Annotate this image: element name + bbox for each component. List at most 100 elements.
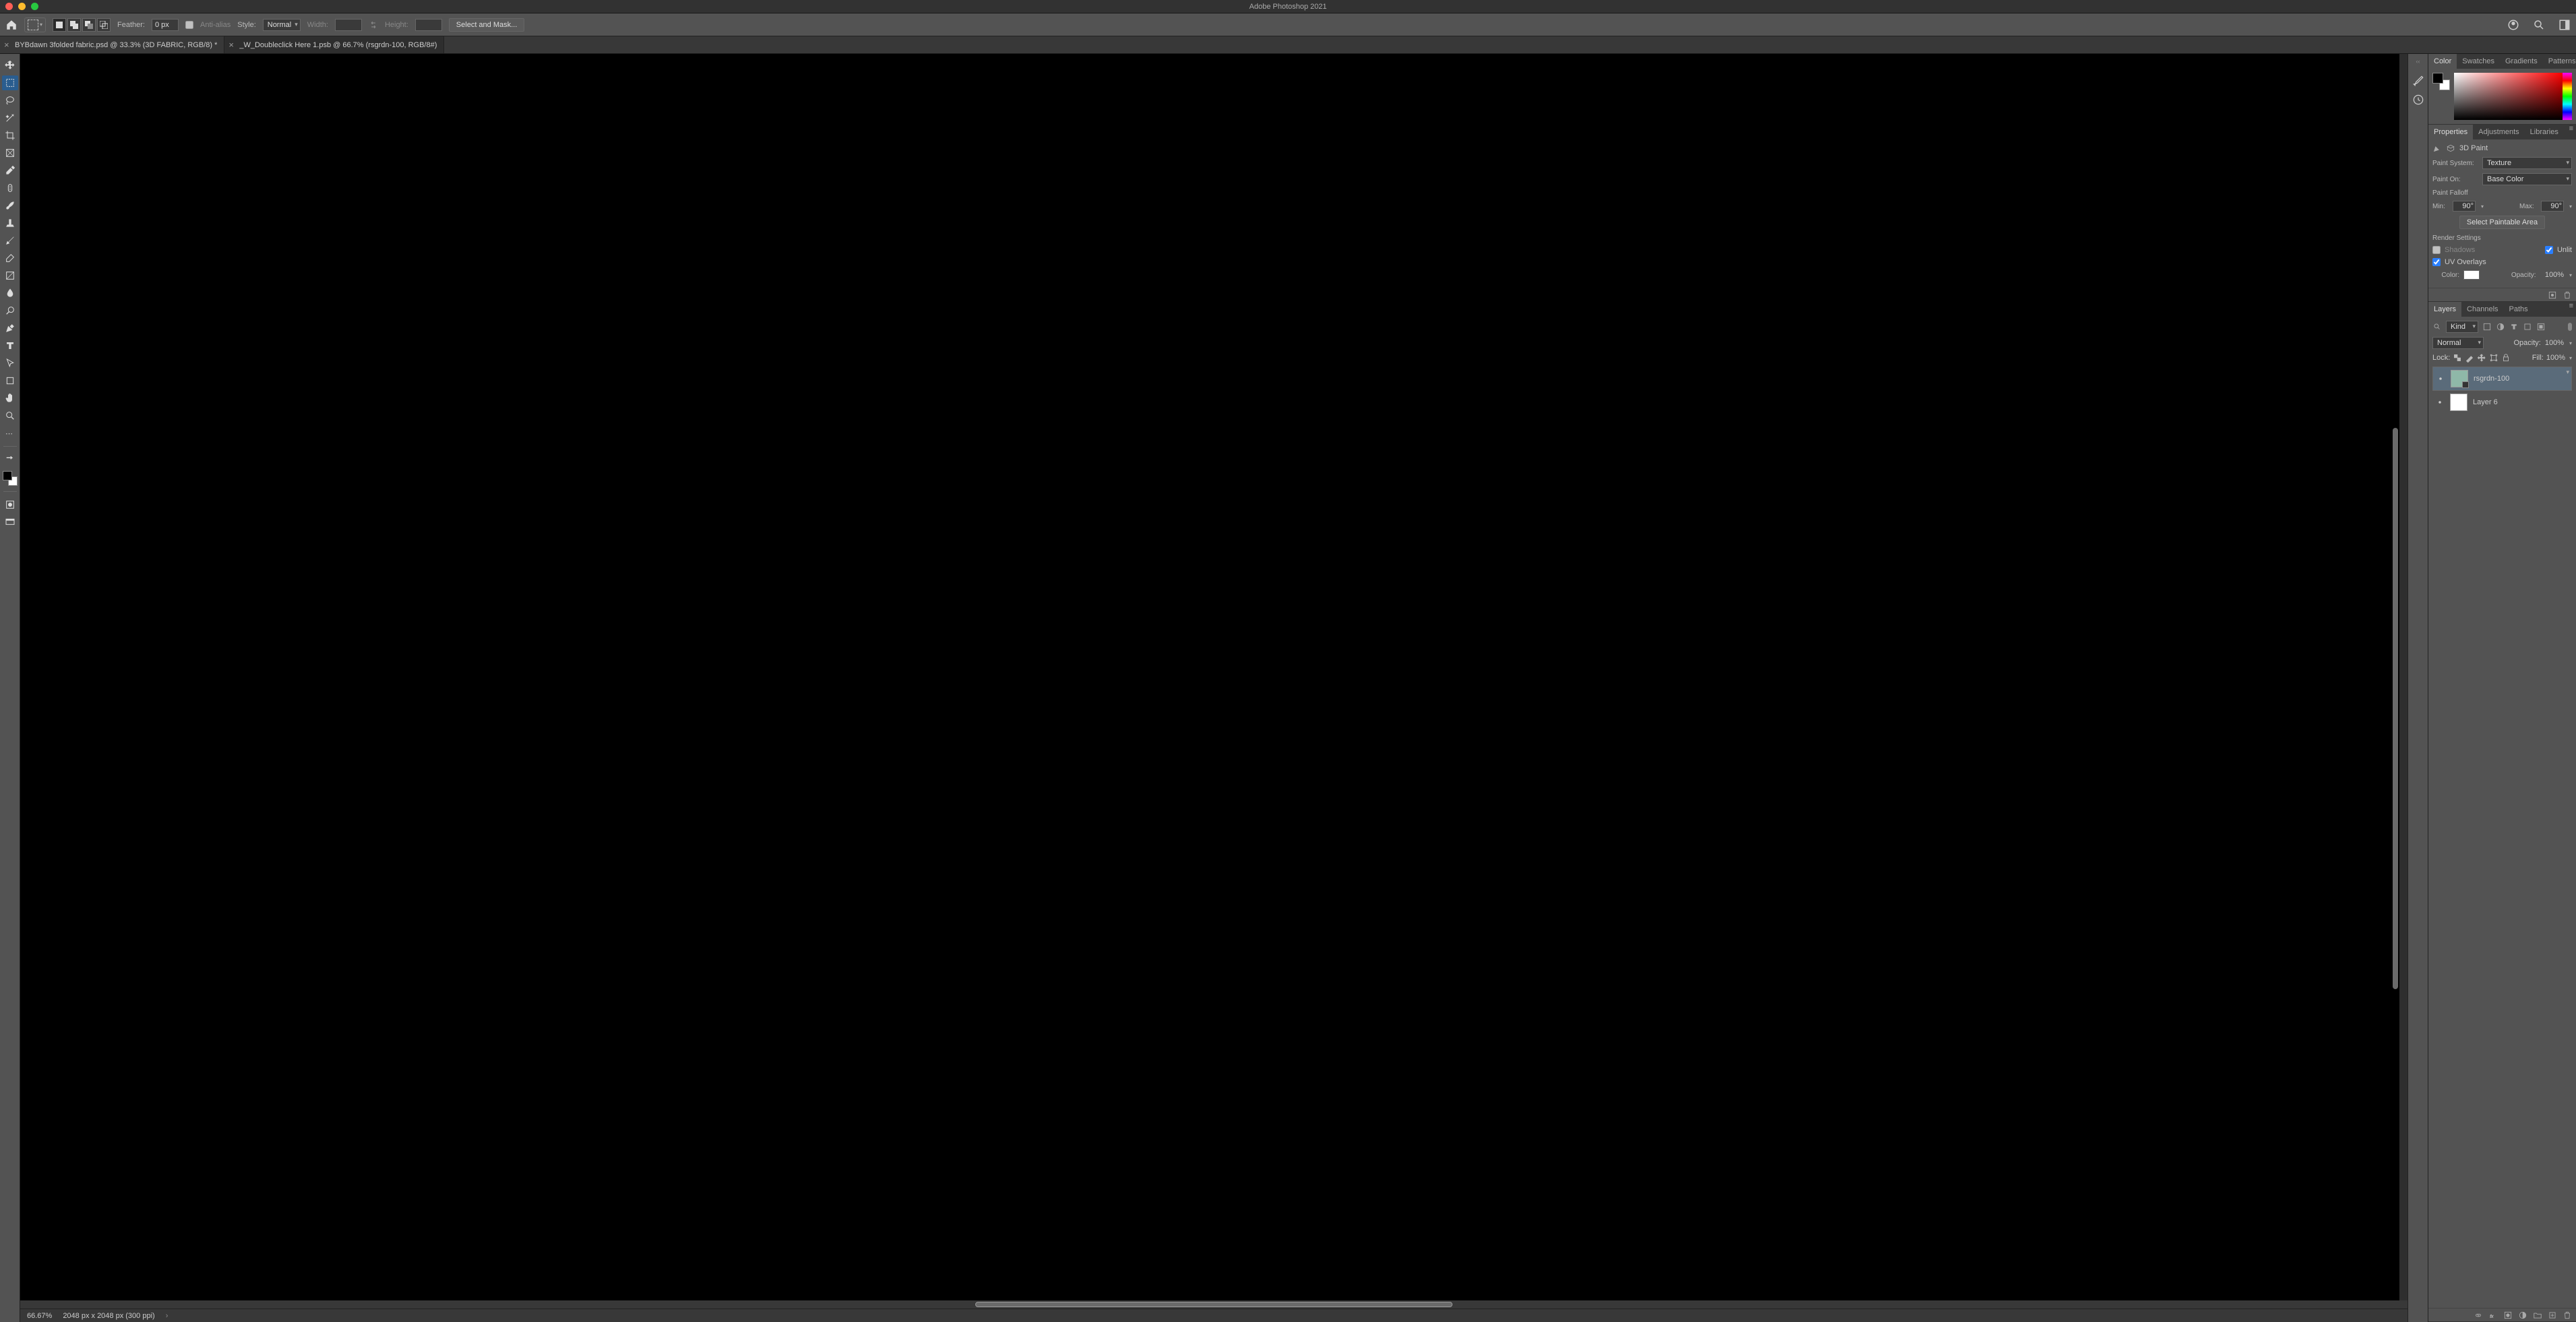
history-panel-icon[interactable]	[2412, 93, 2425, 106]
delete-icon[interactable]	[2563, 290, 2572, 300]
link-layers-icon[interactable]	[2474, 1311, 2483, 1320]
layer-row[interactable]: Layer 6	[2432, 391, 2572, 414]
panel-menu-icon[interactable]: ≡	[2567, 302, 2576, 317]
dodge-tool[interactable]	[2, 303, 18, 318]
search-icon[interactable]	[2533, 19, 2545, 31]
cloud-docs-icon[interactable]	[2507, 19, 2519, 31]
edit-toolbar-button[interactable]: ⋯	[2, 426, 18, 441]
new-group-icon[interactable]	[2533, 1311, 2542, 1320]
chevron-down-icon[interactable]: ▾	[2481, 203, 2484, 210]
healing-brush-tool[interactable]	[2, 181, 18, 195]
chevron-down-icon[interactable]: ▾	[2569, 272, 2572, 278]
paths-tab[interactable]: Paths	[2504, 302, 2534, 317]
chevron-down-icon[interactable]: ▾	[2569, 340, 2572, 346]
new-layer-icon[interactable]	[2548, 1311, 2557, 1320]
document-canvas[interactable]	[20, 54, 2399, 1300]
falloff-max-input[interactable]	[2541, 201, 2564, 212]
visibility-toggle[interactable]	[2436, 374, 2445, 383]
lasso-tool[interactable]	[2, 93, 18, 108]
status-flyout-icon[interactable]: ›	[166, 1312, 168, 1320]
document-tab[interactable]: × BYBdawn 3folded fabric.psd @ 33.3% (3D…	[0, 36, 224, 53]
selection-new-button[interactable]	[53, 18, 66, 32]
quick-mask-button[interactable]	[2, 497, 18, 512]
blur-tool[interactable]	[2, 286, 18, 301]
lock-artboard-icon[interactable]	[2489, 353, 2498, 363]
screen-mode-button[interactable]	[2, 515, 18, 530]
overlay-color-swatch[interactable]	[2463, 270, 2480, 280]
delete-layer-icon[interactable]	[2563, 1311, 2572, 1320]
visibility-toggle[interactable]	[2435, 398, 2445, 407]
horizontal-scrollbar-thumb[interactable]	[975, 1302, 1452, 1307]
brushes-panel-icon[interactable]	[2412, 74, 2425, 88]
eraser-tool[interactable]	[2, 251, 18, 265]
brush-tool[interactable]	[2, 198, 18, 213]
paint-system-select[interactable]: Texture	[2482, 157, 2572, 169]
feather-input[interactable]	[152, 19, 179, 31]
properties-tab[interactable]: Properties	[2428, 125, 2473, 139]
crop-tool[interactable]	[2, 128, 18, 143]
frame-tool[interactable]	[2, 146, 18, 160]
color-tab[interactable]: Color	[2428, 54, 2457, 69]
zoom-level[interactable]: 66.67%	[27, 1312, 52, 1320]
uv-overlays-checkbox[interactable]	[2432, 258, 2441, 266]
lock-transparency-icon[interactable]	[2453, 353, 2462, 363]
layer-thumbnail[interactable]	[2450, 394, 2467, 411]
filter-smart-icon[interactable]	[2536, 322, 2546, 332]
lock-position-icon[interactable]	[2477, 353, 2486, 363]
layer-filter-select[interactable]: Kind	[2446, 321, 2478, 333]
type-tool[interactable]	[2, 338, 18, 353]
chevron-down-icon[interactable]: ▾	[2569, 355, 2572, 361]
layer-opacity-value[interactable]: 100%	[2545, 339, 2564, 347]
fill-value[interactable]: 100%	[2546, 354, 2565, 362]
document-dimensions[interactable]: 2048 px x 2048 px (300 ppi)	[63, 1312, 154, 1320]
foreground-color-swatch[interactable]	[3, 471, 12, 480]
foreground-background-colors[interactable]	[3, 471, 18, 486]
close-tab-icon[interactable]: ×	[228, 40, 234, 50]
layers-tab[interactable]: Layers	[2428, 302, 2461, 317]
fg-color-swatch[interactable]	[2432, 73, 2443, 84]
clone-stamp-tool[interactable]	[2, 216, 18, 230]
filter-shape-icon[interactable]	[2523, 322, 2532, 332]
filter-adjustment-icon[interactable]	[2496, 322, 2505, 332]
libraries-tab[interactable]: Libraries	[2525, 125, 2564, 139]
layer-name[interactable]: Layer 6	[2473, 398, 2498, 406]
minimize-window-button[interactable]	[18, 3, 26, 10]
expand-dock-icon[interactable]: ‹‹	[2416, 58, 2420, 65]
chevron-down-icon[interactable]: ▾	[2569, 203, 2572, 210]
marquee-tool[interactable]	[2, 75, 18, 90]
layer-row[interactable]: rsgrdn-100	[2432, 367, 2572, 391]
hue-slider[interactable]	[2563, 73, 2572, 120]
falloff-min-input[interactable]	[2453, 201, 2476, 212]
panel-menu-icon[interactable]: ≡	[2567, 125, 2576, 139]
filter-pixel-icon[interactable]	[2482, 322, 2492, 332]
shape-tool[interactable]	[2, 373, 18, 388]
paint-on-select[interactable]: Base Color	[2482, 173, 2572, 185]
history-brush-tool[interactable]	[2, 233, 18, 248]
swap-colors-icon[interactable]	[2, 452, 18, 467]
select-paintable-area-button[interactable]: Select Paintable Area	[2459, 216, 2545, 229]
hand-tool[interactable]	[2, 391, 18, 406]
blend-mode-select[interactable]: Normal	[2432, 337, 2484, 349]
vertical-scrollbar[interactable]	[2393, 428, 2398, 989]
unlit-checkbox[interactable]	[2545, 246, 2553, 254]
swatches-tab[interactable]: Swatches	[2457, 54, 2500, 69]
new-adjustment-layer-icon[interactable]	[2518, 1311, 2527, 1320]
zoom-tool[interactable]	[2, 408, 18, 423]
overlay-opacity-value[interactable]: 100%	[2545, 271, 2564, 279]
magic-wand-tool[interactable]	[2, 111, 18, 125]
adjustments-tab[interactable]: Adjustments	[2473, 125, 2525, 139]
tool-preset-picker[interactable]: ▾	[24, 18, 46, 32]
saturation-value-field[interactable]	[2454, 73, 2563, 120]
eyedropper-tool[interactable]	[2, 163, 18, 178]
style-select[interactable]: Normal	[263, 19, 301, 31]
selection-intersect-button[interactable]	[97, 18, 111, 32]
maximize-window-button[interactable]	[31, 3, 38, 10]
close-tab-icon[interactable]: ×	[4, 40, 9, 50]
filter-toggle[interactable]	[2568, 323, 2572, 331]
gradients-tab[interactable]: Gradients	[2500, 54, 2543, 69]
path-selection-tool[interactable]	[2, 356, 18, 371]
clip-to-layer-icon[interactable]	[2548, 290, 2557, 300]
color-picker[interactable]	[2454, 73, 2572, 120]
layer-style-icon[interactable]: fx	[2488, 1311, 2498, 1320]
selection-add-button[interactable]	[67, 18, 81, 32]
